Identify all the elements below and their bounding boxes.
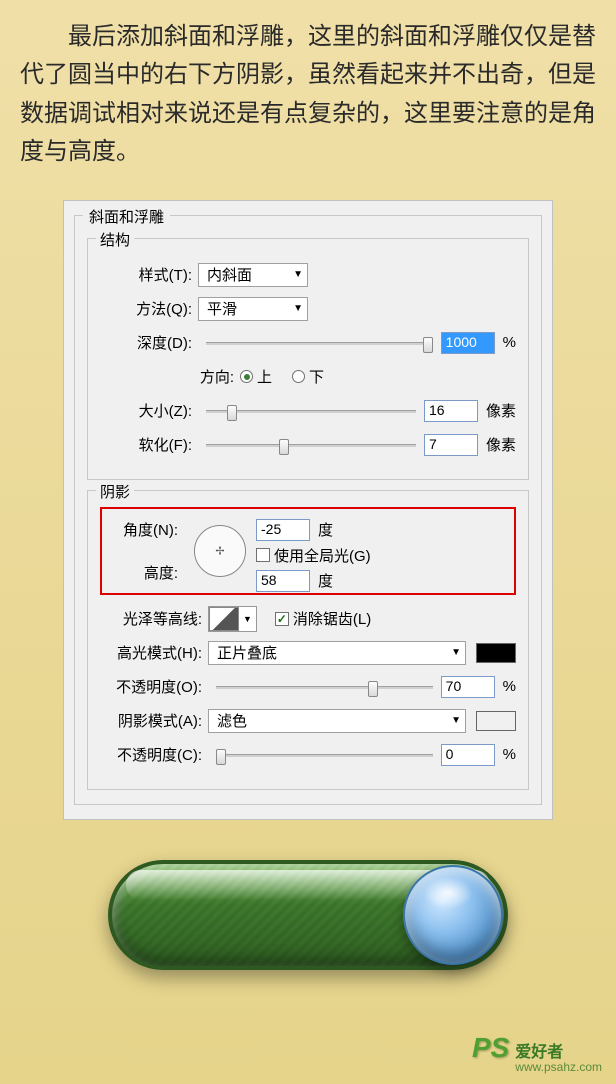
size-unit: 像素 [486, 400, 516, 421]
highlight-mode-combo[interactable]: 正片叠底 ▼ [208, 641, 466, 665]
soften-input[interactable]: 7 [424, 434, 478, 456]
altitude-label: 高度: [112, 562, 184, 583]
antialias-checkbox[interactable] [275, 612, 289, 626]
bevel-emboss-dialog: 斜面和浮雕 结构 样式(T): 内斜面 ▼ 方法(Q): 平滑 ▼ 深度(D): [63, 200, 553, 820]
gloss-contour-label: 光泽等高线: [100, 608, 208, 629]
gloss-contour-picker[interactable]: ▼ [208, 606, 257, 632]
watermark-logo: PS [472, 1032, 509, 1064]
direction-down-radio[interactable] [292, 370, 305, 383]
highlight-opacity-input[interactable]: 70 [441, 676, 495, 698]
shadow-title: 阴影 [96, 481, 134, 502]
antialias-label: 消除锯齿(L) [293, 608, 371, 629]
structure-group: 结构 样式(T): 内斜面 ▼ 方法(Q): 平滑 ▼ 深度(D): [87, 238, 529, 480]
bevel-emboss-fieldset: 斜面和浮雕 结构 样式(T): 内斜面 ▼ 方法(Q): 平滑 ▼ 深度(D): [74, 215, 542, 805]
angle-label: 角度(N): [112, 519, 184, 540]
angle-input[interactable]: -25 [256, 519, 310, 541]
chevron-down-icon: ▼ [243, 614, 252, 624]
direction-down-label: 下 [309, 366, 324, 387]
soften-label: 软化(F): [100, 434, 198, 455]
direction-label: 方向: [100, 366, 240, 387]
toggle-knob [403, 865, 503, 965]
watermark-cn: 爱好者 [515, 1038, 602, 1062]
highlight-opacity-unit: % [503, 678, 516, 695]
depth-label: 深度(D): [100, 332, 198, 353]
shadow-mode-value: 滤色 [217, 710, 247, 731]
soften-unit: 像素 [486, 434, 516, 455]
toggle-switch-result [108, 860, 508, 970]
watermark: PS 爱好者 www.psahz.com [472, 1032, 602, 1074]
method-value: 平滑 [207, 298, 237, 319]
size-slider[interactable] [206, 401, 416, 421]
shadow-mode-combo[interactable]: 滤色 ▼ [208, 709, 466, 733]
shadow-opacity-input[interactable]: 0 [441, 744, 495, 766]
watermark-url: www.psahz.com [515, 1060, 602, 1074]
highlight-opacity-label: 不透明度(O): [100, 676, 208, 697]
highlighted-region: 角度(N): 高度: ✢ -25 度 使用全局光(G) [100, 507, 516, 595]
shadow-mode-label: 阴影模式(A): [100, 710, 208, 731]
highlight-mode-value: 正片叠底 [217, 642, 277, 663]
depth-unit: % [503, 334, 516, 351]
angle-unit: 度 [318, 519, 333, 540]
direction-up-radio[interactable] [240, 370, 253, 383]
chevron-down-icon: ▼ [451, 715, 461, 726]
method-label: 方法(Q): [100, 298, 198, 319]
method-combo[interactable]: 平滑 ▼ [198, 297, 308, 321]
depth-input[interactable]: 1000 [441, 332, 495, 354]
size-input[interactable]: 16 [424, 400, 478, 422]
shadow-color-swatch[interactable] [476, 711, 516, 731]
structure-title: 结构 [96, 229, 134, 250]
altitude-input[interactable]: 58 [256, 570, 310, 592]
global-light-checkbox[interactable] [256, 548, 270, 562]
highlight-mode-label: 高光模式(H): [100, 642, 208, 663]
chevron-down-icon: ▼ [293, 303, 303, 314]
contour-thumbnail [209, 607, 239, 631]
chevron-down-icon: ▼ [451, 647, 461, 658]
style-combo[interactable]: 内斜面 ▼ [198, 263, 308, 287]
shadow-group: 阴影 角度(N): 高度: ✢ -25 度 [87, 490, 529, 790]
shadow-opacity-unit: % [503, 746, 516, 763]
size-label: 大小(Z): [100, 400, 198, 421]
depth-slider[interactable] [206, 333, 433, 353]
crosshair-icon: ✢ [215, 544, 224, 557]
soften-slider[interactable] [206, 435, 416, 455]
highlight-color-swatch[interactable] [476, 643, 516, 663]
global-light-label: 使用全局光(G) [274, 545, 371, 566]
panel-title: 斜面和浮雕 [83, 206, 170, 227]
shadow-opacity-slider[interactable] [216, 745, 433, 765]
highlight-opacity-slider[interactable] [216, 677, 433, 697]
chevron-down-icon: ▼ [293, 269, 303, 280]
altitude-unit: 度 [318, 570, 333, 591]
style-value: 内斜面 [207, 264, 252, 285]
intro-paragraph: 最后添加斜面和浮雕，这里的斜面和浮雕仅仅是替代了圆当中的右下方阴影，虽然看起来并… [0, 0, 616, 182]
angle-dial[interactable]: ✢ [194, 525, 246, 577]
direction-up-label: 上 [257, 366, 272, 387]
shadow-opacity-label: 不透明度(C): [100, 744, 208, 765]
style-label: 样式(T): [100, 264, 198, 285]
